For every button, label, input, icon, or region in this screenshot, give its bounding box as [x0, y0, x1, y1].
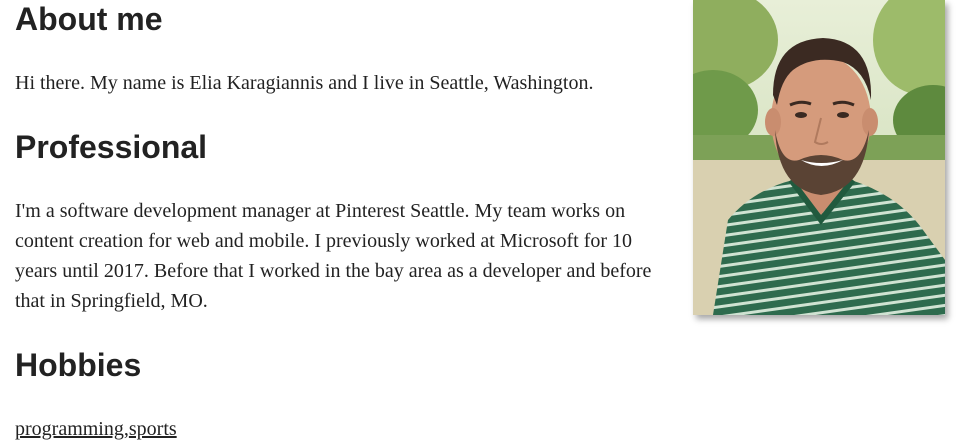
- hobbies-heading: Hobbies: [15, 347, 142, 383]
- professional-text: I'm a software development manager at Pi…: [15, 200, 652, 312]
- about-heading: About me: [15, 1, 163, 37]
- hobby-link-sports[interactable]: sports: [129, 418, 177, 440]
- hobbies-list: programming,sports: [15, 414, 177, 444]
- profile-photo: [693, 0, 945, 315]
- professional-heading: Professional: [15, 129, 208, 165]
- about-intro-text: Hi there. My name is Elia Karagiannis an…: [15, 72, 594, 94]
- hobby-link-programming[interactable]: programming: [15, 418, 124, 440]
- profile-photo-image: [693, 0, 945, 315]
